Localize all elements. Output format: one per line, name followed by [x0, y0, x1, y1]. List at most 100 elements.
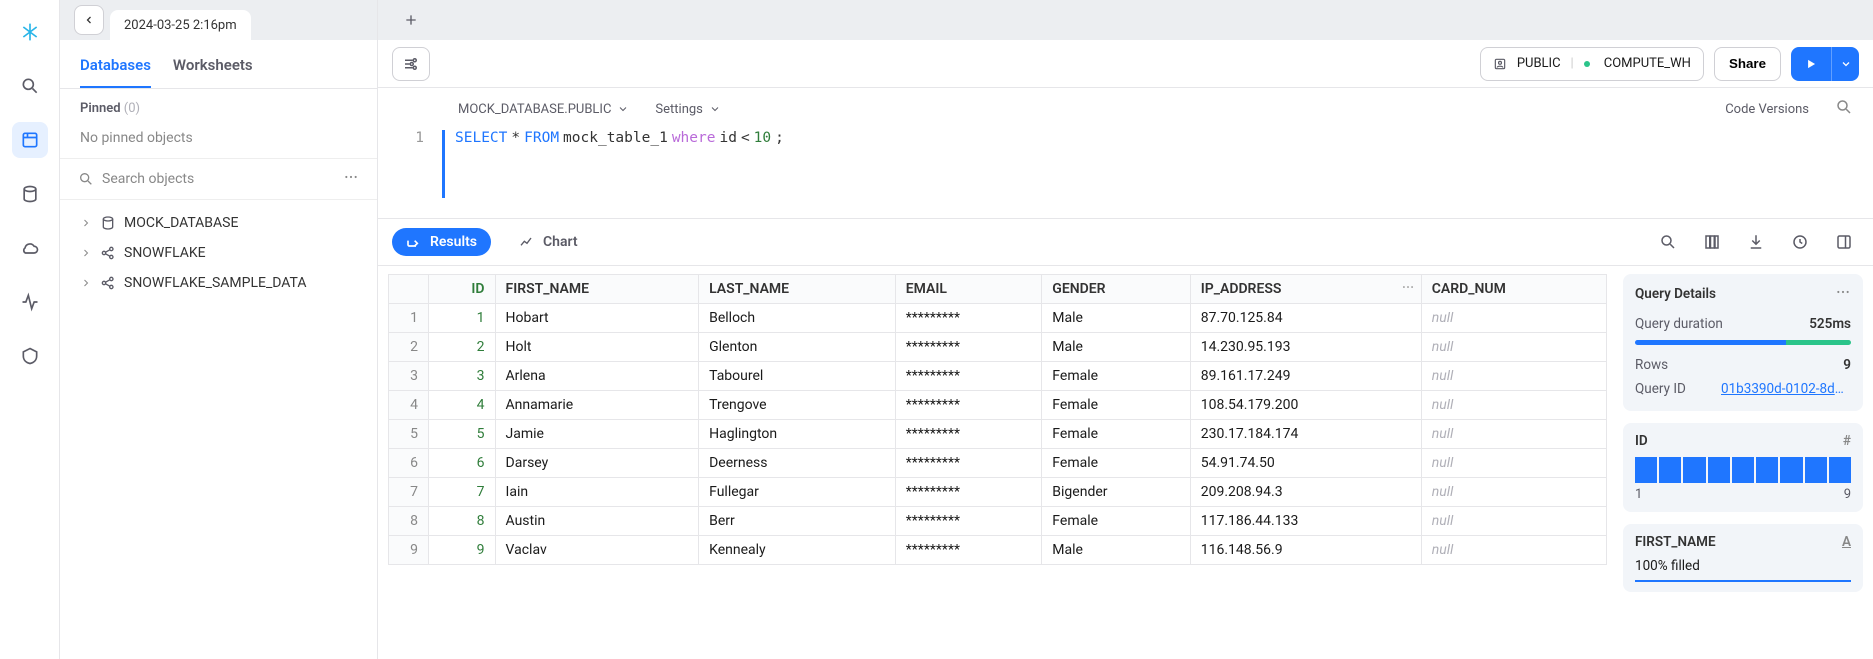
table-cell[interactable]: Male: [1042, 333, 1190, 362]
table-cell[interactable]: *********: [895, 362, 1042, 391]
table-cell[interactable]: Male: [1042, 304, 1190, 333]
table-cell[interactable]: 230.17.184.174: [1190, 420, 1421, 449]
code-versions-button[interactable]: Code Versions: [1725, 102, 1809, 117]
table-cell[interactable]: null: [1421, 304, 1606, 333]
table-row[interactable]: 11HobartBelloch*********Male87.70.125.84…: [389, 304, 1607, 333]
run-button[interactable]: [1791, 47, 1831, 81]
editor-search-icon[interactable]: [1835, 98, 1853, 120]
table-cell[interactable]: Female: [1042, 420, 1190, 449]
table-cell[interactable]: 116.148.56.9: [1190, 536, 1421, 565]
table-cell[interactable]: Female: [1042, 362, 1190, 391]
worksheets-nav-icon[interactable]: [12, 122, 48, 158]
column-menu-icon[interactable]: [1401, 280, 1415, 298]
table-cell[interactable]: Belloch: [699, 304, 896, 333]
tab-databases[interactable]: Databases: [80, 56, 151, 88]
table-cell[interactable]: null: [1421, 420, 1606, 449]
table-cell[interactable]: Austin: [495, 507, 699, 536]
table-cell[interactable]: null: [1421, 449, 1606, 478]
tree-item[interactable]: SNOWFLAKE: [70, 238, 367, 268]
column-header[interactable]: CARD_NUM: [1421, 275, 1606, 304]
table-cell[interactable]: 4: [389, 391, 429, 420]
table-cell[interactable]: 1: [429, 304, 496, 333]
search-more-icon[interactable]: [343, 169, 359, 189]
table-cell[interactable]: 6: [429, 449, 496, 478]
table-cell[interactable]: null: [1421, 478, 1606, 507]
table-cell[interactable]: Trengove: [699, 391, 896, 420]
table-cell[interactable]: 14.230.95.193: [1190, 333, 1421, 362]
table-row[interactable]: 88AustinBerr*********Female117.186.44.13…: [389, 507, 1607, 536]
table-cell[interactable]: 9: [429, 536, 496, 565]
table-cell[interactable]: *********: [895, 304, 1042, 333]
table-row[interactable]: 33ArlenaTabourel*********Female89.161.17…: [389, 362, 1607, 391]
column-header[interactable]: EMAIL: [895, 275, 1042, 304]
table-cell[interactable]: Annamarie: [495, 391, 699, 420]
table-cell[interactable]: 209.208.94.3: [1190, 478, 1421, 507]
result-search-icon[interactable]: [1653, 227, 1683, 257]
column-header[interactable]: FIRST_NAME: [495, 275, 699, 304]
table-cell[interactable]: Berr: [699, 507, 896, 536]
table-cell[interactable]: *********: [895, 507, 1042, 536]
filter-button[interactable]: [392, 47, 430, 81]
table-cell[interactable]: Vaclav: [495, 536, 699, 565]
tree-item[interactable]: MOCK_DATABASE: [70, 208, 367, 238]
table-cell[interactable]: Hobart: [495, 304, 699, 333]
table-row[interactable]: 44AnnamarieTrengove*********Female108.54…: [389, 391, 1607, 420]
table-cell[interactable]: 3: [429, 362, 496, 391]
table-cell[interactable]: null: [1421, 391, 1606, 420]
tab-worksheets[interactable]: Worksheets: [173, 56, 253, 88]
add-worksheet-tab[interactable]: [396, 5, 426, 35]
table-cell[interactable]: 2: [429, 333, 496, 362]
table-cell[interactable]: Holt: [495, 333, 699, 362]
table-cell[interactable]: *********: [895, 420, 1042, 449]
tree-item[interactable]: SNOWFLAKE_SAMPLE_DATA: [70, 268, 367, 298]
table-cell[interactable]: 7: [389, 478, 429, 507]
column-header[interactable]: ID: [429, 275, 496, 304]
download-icon[interactable]: [1741, 227, 1771, 257]
table-cell[interactable]: Iain: [495, 478, 699, 507]
table-cell[interactable]: null: [1421, 536, 1606, 565]
column-header[interactable]: [389, 275, 429, 304]
column-header[interactable]: LAST_NAME: [699, 275, 896, 304]
cloud-nav-icon[interactable]: [12, 230, 48, 266]
table-cell[interactable]: 8: [429, 507, 496, 536]
share-button[interactable]: Share: [1714, 47, 1781, 81]
settings-selector[interactable]: Settings: [655, 102, 720, 117]
history-icon[interactable]: [1785, 227, 1815, 257]
table-cell[interactable]: Female: [1042, 391, 1190, 420]
table-cell[interactable]: 117.186.44.133: [1190, 507, 1421, 536]
table-cell[interactable]: 3: [389, 362, 429, 391]
column-header[interactable]: IP_ADDRESS: [1190, 275, 1421, 304]
panel-toggle-icon[interactable]: [1829, 227, 1859, 257]
table-cell[interactable]: Female: [1042, 507, 1190, 536]
table-row[interactable]: 22HoltGlenton*********Male14.230.95.193n…: [389, 333, 1607, 362]
back-button[interactable]: [74, 5, 104, 35]
data-nav-icon[interactable]: [12, 176, 48, 212]
sql-editor[interactable]: 1 SELECT*FROMmock_table_1whereid<10;: [378, 126, 1873, 218]
table-cell[interactable]: Fullegar: [699, 478, 896, 507]
table-cell[interactable]: *********: [895, 478, 1042, 507]
details-more-icon[interactable]: [1835, 284, 1851, 304]
table-cell[interactable]: Glenton: [699, 333, 896, 362]
table-cell[interactable]: Haglington: [699, 420, 896, 449]
activity-nav-icon[interactable]: [12, 284, 48, 320]
table-cell[interactable]: Kennealy: [699, 536, 896, 565]
run-dropdown[interactable]: [1831, 47, 1859, 81]
results-tab[interactable]: Results: [392, 228, 491, 256]
worksheet-tab[interactable]: 2024-03-25 2:16pm: [110, 10, 251, 40]
table-cell[interactable]: 9: [389, 536, 429, 565]
context-role-warehouse[interactable]: PUBLIC | COMPUTE_WH: [1480, 47, 1704, 81]
table-cell[interactable]: Arlena: [495, 362, 699, 391]
admin-nav-icon[interactable]: [12, 338, 48, 374]
table-cell[interactable]: 108.54.179.200: [1190, 391, 1421, 420]
object-search[interactable]: Search objects: [60, 158, 377, 200]
table-row[interactable]: 55JamieHaglington*********Female230.17.1…: [389, 420, 1607, 449]
table-cell[interactable]: 4: [429, 391, 496, 420]
qid-value[interactable]: 01b3390d-0102-8d75-…: [1721, 381, 1851, 397]
table-cell[interactable]: 5: [389, 420, 429, 449]
table-cell[interactable]: Deerness: [699, 449, 896, 478]
table-cell[interactable]: Jamie: [495, 420, 699, 449]
table-cell[interactable]: 89.161.17.249: [1190, 362, 1421, 391]
table-cell[interactable]: Darsey: [495, 449, 699, 478]
table-row[interactable]: 99VaclavKennealy*********Male116.148.56.…: [389, 536, 1607, 565]
results-table-wrap[interactable]: IDFIRST_NAMELAST_NAMEEMAILGENDERIP_ADDRE…: [388, 274, 1607, 649]
